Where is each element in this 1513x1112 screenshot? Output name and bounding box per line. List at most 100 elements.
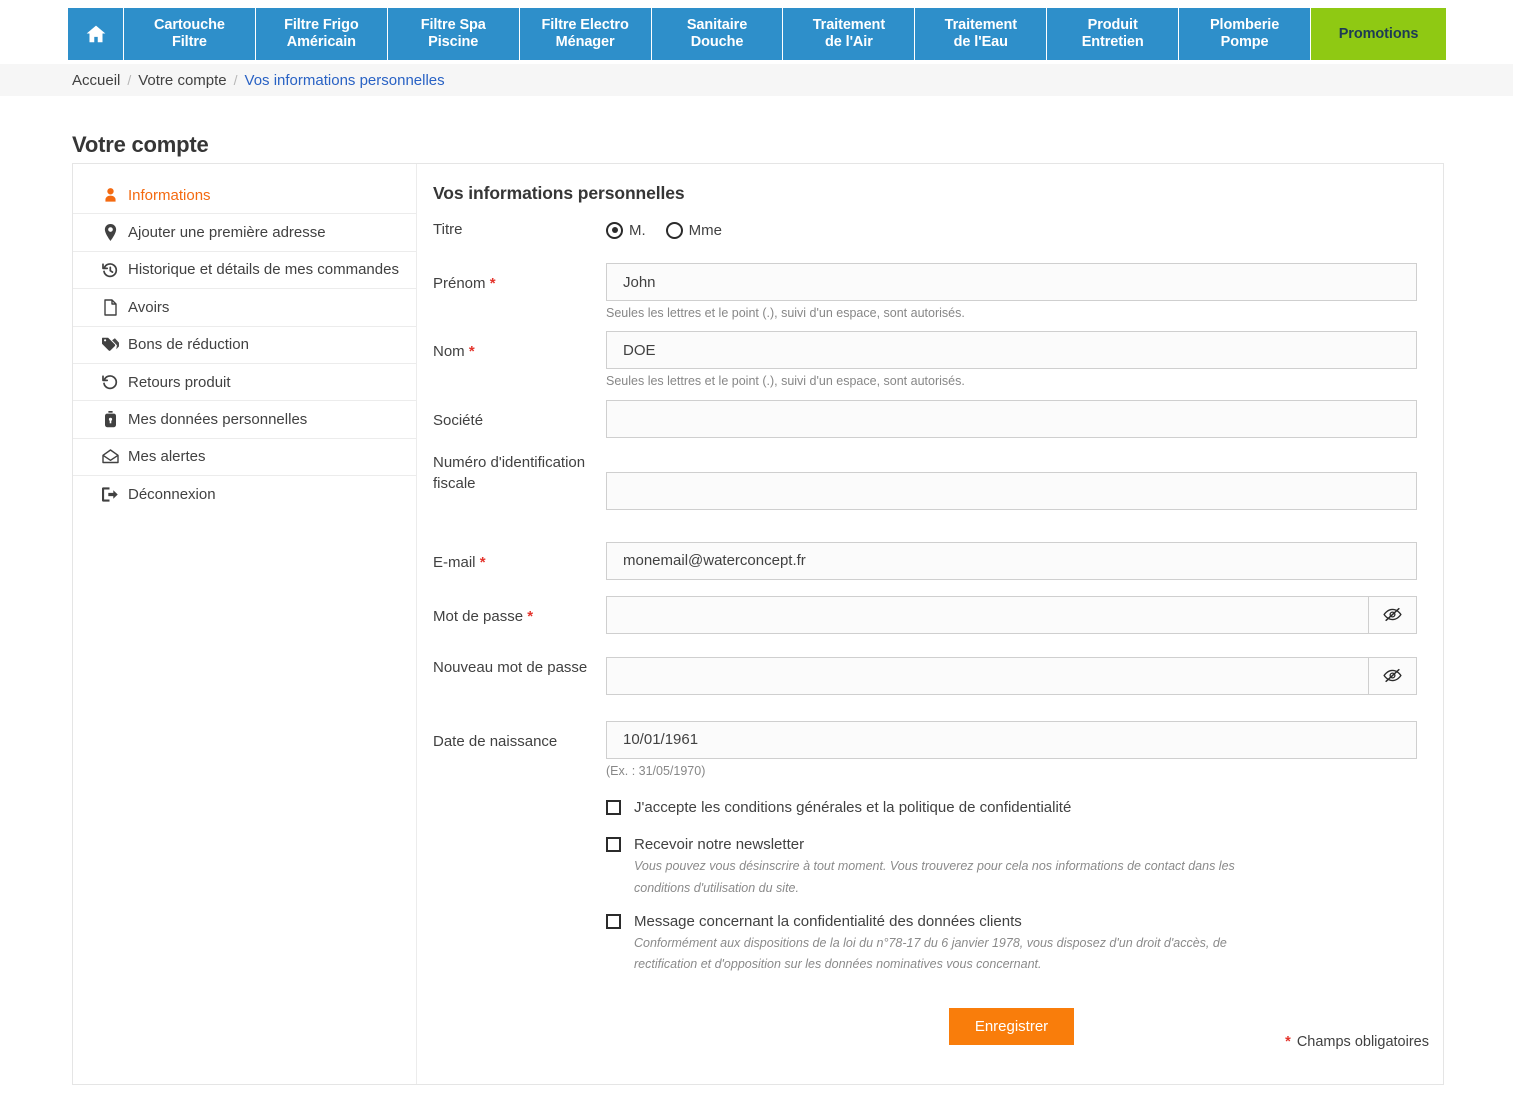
field-label-birthday: Date de naissance bbox=[433, 721, 606, 752]
nav-item-cartouche-filtre[interactable]: Cartouche Filtre bbox=[124, 8, 256, 60]
field-row-new-password: Nouveau mot de passe bbox=[433, 657, 1417, 695]
nav-item-home[interactable] bbox=[68, 8, 124, 60]
nav-item-filtre-spa-piscine[interactable]: Filtre Spa Piscine bbox=[388, 8, 520, 60]
field-row-lastname: Nom * Seules les lettres et le point (.)… bbox=[433, 331, 1417, 389]
sidebar-item-mes-alertes[interactable]: Mes alertes bbox=[73, 439, 416, 476]
envelope-open-icon bbox=[101, 449, 119, 464]
sidebar-item-label: Informations bbox=[128, 187, 211, 204]
checkbox-terms[interactable] bbox=[606, 800, 621, 815]
save-button[interactable]: Enregistrer bbox=[949, 1008, 1074, 1045]
radio-label-mme: Mme bbox=[689, 222, 722, 239]
sidebar-item-label: Avoirs bbox=[128, 299, 169, 316]
nav-item-traitement-de-lair[interactable]: Traitement de l'Air bbox=[783, 8, 915, 60]
tag-icon bbox=[101, 337, 119, 352]
field-label-password: Mot de passe * bbox=[433, 596, 606, 627]
sidebar-item-label: Déconnexion bbox=[128, 486, 216, 503]
checkbox-row-newsletter: Recevoir notre newsletter Vous pouvez vo… bbox=[606, 835, 1417, 900]
field-row-company: Société bbox=[433, 400, 1417, 438]
field-row-vat: Numéro d'identification fiscale bbox=[433, 452, 1417, 510]
field-row-title: Titre M. Mme bbox=[433, 219, 1417, 241]
history-icon bbox=[101, 262, 119, 278]
sidebar-item-bons-reduction[interactable]: Bons de réduction bbox=[73, 327, 416, 364]
required-fields-note-text: Champs obligatoires bbox=[1297, 1034, 1429, 1050]
sidebar-item-donnees-personnelles[interactable]: Mes données personnelles bbox=[73, 401, 416, 438]
nav-item-label: Cartouche Filtre bbox=[154, 17, 225, 50]
sidebar-item-deconnexion[interactable]: Déconnexion bbox=[73, 476, 416, 513]
field-row-email: E-mail * bbox=[433, 542, 1417, 580]
field-row-password: Mot de passe * bbox=[433, 596, 1417, 634]
field-label-firstname-text: Prénom bbox=[433, 275, 486, 292]
nav-item-traitement-de-leau[interactable]: Traitement de l'Eau bbox=[915, 8, 1047, 60]
field-label-vat: Numéro d'identification fiscale bbox=[433, 452, 606, 494]
form-heading: Vos informations personnelles bbox=[433, 183, 1417, 204]
breadcrumb-item-current[interactable]: Vos informations personnelles bbox=[245, 72, 445, 89]
radio-title-mme[interactable]: Mme bbox=[666, 222, 722, 239]
breadcrumb: Accueil / Votre compte / Vos information… bbox=[0, 64, 1513, 96]
firstname-hint: Seules les lettres et le point (.), suiv… bbox=[606, 305, 1417, 321]
new-password-input[interactable] bbox=[606, 657, 1368, 695]
birthday-hint: (Ex. : 31/05/1970) bbox=[606, 763, 1417, 779]
file-icon bbox=[101, 299, 119, 316]
lock-bag-icon bbox=[101, 411, 119, 428]
eye-slash-icon[interactable] bbox=[1368, 596, 1417, 634]
personal-info-form: Vos informations personnelles Titre M. M… bbox=[417, 164, 1443, 1084]
submit-row: Enregistrer bbox=[433, 1008, 1417, 1045]
nav-item-label: Plomberie Pompe bbox=[1210, 17, 1279, 50]
sidebar-item-label: Ajouter une première adresse bbox=[128, 224, 326, 241]
firstname-input[interactable] bbox=[606, 263, 1417, 301]
radio-label-m: M. bbox=[629, 222, 646, 239]
birthday-input[interactable] bbox=[606, 721, 1417, 759]
breadcrumb-item-accueil[interactable]: Accueil bbox=[72, 72, 120, 89]
field-label-email-text: E-mail bbox=[433, 554, 476, 571]
radio-title-m[interactable]: M. bbox=[606, 222, 646, 239]
company-input[interactable] bbox=[606, 400, 1417, 438]
vat-input[interactable] bbox=[606, 472, 1417, 510]
breadcrumb-item-votre-compte[interactable]: Votre compte bbox=[138, 72, 226, 89]
nav-item-label: Promotions bbox=[1339, 26, 1419, 43]
sidebar-item-historique-commandes[interactable]: Historique et détails de mes commandes bbox=[73, 252, 416, 289]
checkbox-privacy[interactable] bbox=[606, 914, 621, 929]
required-marker: * bbox=[490, 275, 496, 292]
home-icon bbox=[85, 6, 107, 61]
sidebar-item-avoirs[interactable]: Avoirs bbox=[73, 289, 416, 326]
checkbox-row-terms: J'accepte les conditions générales et la… bbox=[606, 798, 1417, 818]
password-input[interactable] bbox=[606, 596, 1368, 634]
nav-item-plomberie-pompe[interactable]: Plomberie Pompe bbox=[1179, 8, 1311, 60]
lastname-hint: Seules les lettres et le point (.), suiv… bbox=[606, 373, 1417, 389]
nav-item-label: Filtre Electro Ménager bbox=[541, 17, 628, 50]
radio-indicator-m[interactable] bbox=[606, 222, 623, 239]
sidebar-item-ajouter-adresse[interactable]: Ajouter une première adresse bbox=[73, 214, 416, 251]
lastname-input[interactable] bbox=[606, 331, 1417, 369]
required-marker: * bbox=[480, 554, 486, 571]
breadcrumb-separator: / bbox=[234, 72, 238, 88]
checkbox-label-newsletter: Recevoir notre newsletter bbox=[634, 835, 1254, 855]
eye-slash-icon[interactable] bbox=[1368, 657, 1417, 695]
sidebar-item-retours-produit[interactable]: Retours produit bbox=[73, 364, 416, 401]
checkbox-note-newsletter: Vous pouvez vous désinscrire à tout mome… bbox=[634, 856, 1254, 900]
nav-item-filtre-frigo-americain[interactable]: Filtre Frigo Américain bbox=[256, 8, 388, 60]
field-label-firstname: Prénom * bbox=[433, 263, 606, 294]
sidebar-item-label: Historique et détails de mes commandes bbox=[128, 261, 399, 278]
nav-item-label: Sanitaire Douche bbox=[687, 17, 747, 50]
map-pin-icon bbox=[101, 224, 119, 241]
nav-item-promotions[interactable]: Promotions bbox=[1311, 8, 1446, 60]
field-row-birthday: Date de naissance (Ex. : 31/05/1970) bbox=[433, 721, 1417, 779]
checkbox-label-terms: J'accepte les conditions générales et la… bbox=[634, 798, 1071, 818]
checkbox-newsletter[interactable] bbox=[606, 837, 621, 852]
nav-item-filtre-electro-menager[interactable]: Filtre Electro Ménager bbox=[520, 8, 652, 60]
email-input[interactable] bbox=[606, 542, 1417, 580]
breadcrumb-separator: / bbox=[127, 72, 131, 88]
main-navigation: Cartouche Filtre Filtre Frigo Américain … bbox=[68, 8, 1446, 60]
checkbox-note-privacy: Conformément aux dispositions de la loi … bbox=[634, 933, 1254, 977]
field-label-email: E-mail * bbox=[433, 542, 606, 573]
nav-item-sanitaire-douche[interactable]: Sanitaire Douche bbox=[652, 8, 784, 60]
sidebar-item-informations[interactable]: Informations bbox=[73, 177, 416, 214]
sidebar-item-label: Bons de réduction bbox=[128, 336, 249, 353]
field-row-firstname: Prénom * Seules les lettres et le point … bbox=[433, 263, 1417, 321]
sidebar-item-label: Mes données personnelles bbox=[128, 411, 307, 428]
field-label-new-password: Nouveau mot de passe bbox=[433, 657, 606, 678]
title-radio-group: M. Mme bbox=[606, 219, 1417, 241]
nav-item-label: Filtre Frigo Américain bbox=[284, 17, 359, 50]
nav-item-produit-entretien[interactable]: Produit Entretien bbox=[1047, 8, 1179, 60]
radio-indicator-mme[interactable] bbox=[666, 222, 683, 239]
